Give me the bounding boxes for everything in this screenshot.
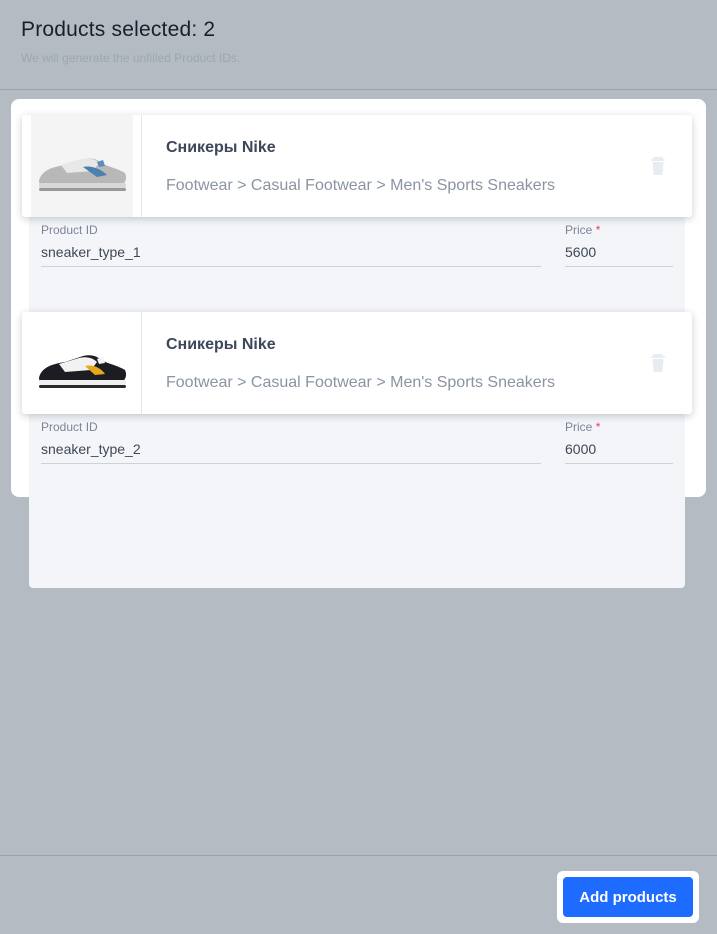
product-id-input[interactable]	[41, 238, 541, 267]
product-image	[31, 115, 133, 217]
product-image	[31, 312, 133, 414]
products-panel: Product ID Price * Сникеры Nike Footwear…	[11, 99, 706, 588]
product-name: Сникеры Nike	[166, 336, 276, 353]
header: Products selected: 2 We will generate th…	[0, 0, 717, 90]
sneaker-image-icon	[39, 158, 127, 191]
price-label: Price *	[565, 223, 601, 237]
trash-icon[interactable]	[650, 354, 666, 372]
sneaker-image-icon	[39, 355, 127, 388]
card-divider	[141, 312, 142, 414]
price-label: Price *	[565, 420, 601, 434]
product-name: Сникеры Nike	[166, 139, 276, 156]
price-input[interactable]	[565, 435, 673, 464]
product-card: Сникеры Nike Footwear > Casual Footwear …	[22, 312, 692, 414]
page-title: Products selected: 2	[21, 18, 216, 41]
page-subtitle: We will generate the unfilled Product ID…	[21, 51, 241, 65]
product-category: Footwear > Casual Footwear > Men's Sport…	[166, 374, 556, 391]
price-input[interactable]	[565, 238, 673, 267]
trash-icon[interactable]	[650, 157, 666, 175]
product-category: Footwear > Casual Footwear > Men's Sport…	[166, 177, 556, 194]
product-item: Product ID Price *	[29, 413, 685, 588]
add-button-focus-ring: Add products	[557, 871, 699, 923]
footer: Add products	[0, 855, 717, 934]
required-marker: *	[595, 420, 601, 434]
add-products-button[interactable]: Add products	[563, 877, 693, 917]
required-marker: *	[595, 223, 601, 237]
card-divider	[141, 115, 142, 217]
product-card: Сникеры Nike Footwear > Casual Footwear …	[22, 115, 692, 217]
product-id-label: Product ID	[41, 420, 98, 434]
product-id-label: Product ID	[41, 223, 98, 237]
product-id-input[interactable]	[41, 435, 541, 464]
